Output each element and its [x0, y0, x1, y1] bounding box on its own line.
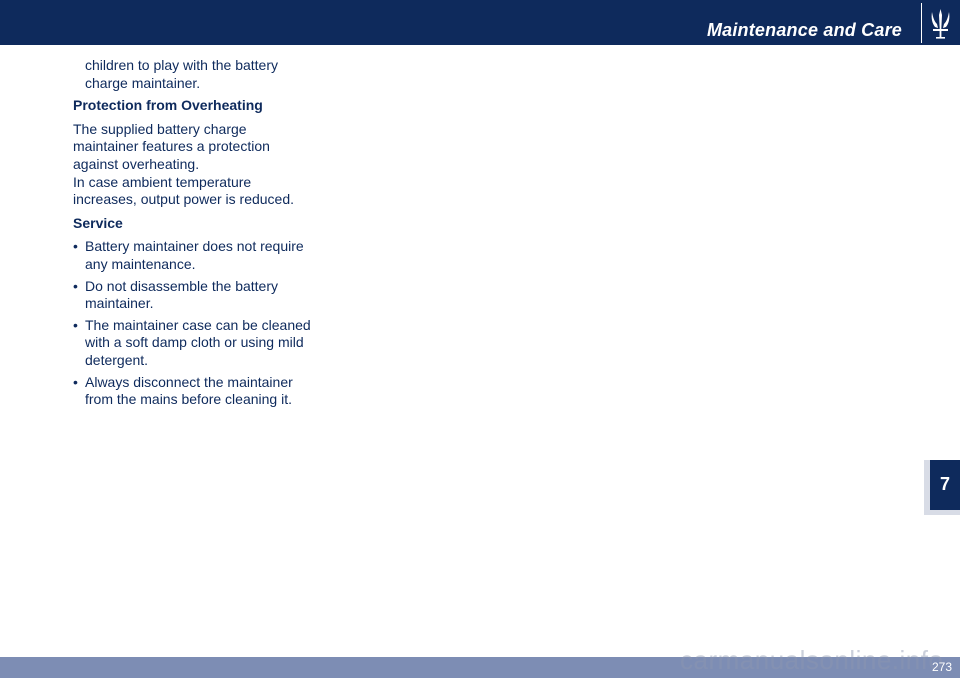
body-column: children to play with the battery charge… [73, 57, 348, 409]
service-item-3-line-3: detergent. [85, 351, 149, 368]
service-item-3-line-1: The maintainer case can be cleaned [85, 316, 311, 333]
bullet-icon: • [73, 373, 78, 390]
service-item-1: • Battery maintainer does not require an… [73, 238, 348, 273]
service-item-1-line-1: Battery maintainer does not require [85, 238, 304, 255]
watermark: carmanualsonline.info [680, 645, 944, 675]
service-item-3-line-2: with a soft damp cloth or using mild [85, 334, 304, 351]
overheating-paragraph: The supplied battery charge maintainer f… [73, 121, 348, 209]
service-item-2: • Do not disassemble the battery maintai… [73, 278, 348, 313]
service-list: • Battery maintainer does not require an… [73, 238, 348, 408]
service-item-3: • The maintainer case can be cleaned wit… [73, 317, 348, 370]
service-item-1-line-2: any maintenance. [85, 255, 196, 272]
overheating-line-3: against overheating. [73, 155, 200, 172]
overheating-line-2: maintainer features a protection [73, 138, 270, 155]
overheating-heading: Protection from Overheating [73, 97, 263, 114]
service-item-2-line-1: Do not disassemble the battery [85, 277, 278, 294]
bullet-icon: • [73, 238, 78, 255]
intro-line-1: children to play with the battery [85, 57, 278, 73]
bullet-icon: • [73, 316, 78, 333]
service-item-4: • Always disconnect the maintainer from … [73, 374, 348, 409]
maserati-trident-icon [921, 3, 959, 43]
service-heading: Service [73, 214, 123, 231]
overheating-line-5: increases, output power is reduced. [73, 191, 295, 208]
overheating-line-4: In case ambient temperature [73, 173, 252, 190]
overheating-line-1: The supplied battery charge [73, 120, 247, 137]
manual-page: Maintenance and Care children to play wi… [0, 0, 960, 678]
service-item-4-line-1: Always disconnect the maintainer [85, 373, 293, 390]
bullet-icon: • [73, 277, 78, 294]
intro-line-2: charge maintainer. [85, 74, 201, 91]
section-title: Maintenance and Care [706, 20, 902, 40]
service-item-4-line-2: from the mains before cleaning it. [85, 391, 292, 408]
page-number: 273 [931, 660, 952, 674]
chapter-number: 7 [939, 474, 950, 494]
service-item-2-line-2: maintainer. [85, 295, 154, 312]
